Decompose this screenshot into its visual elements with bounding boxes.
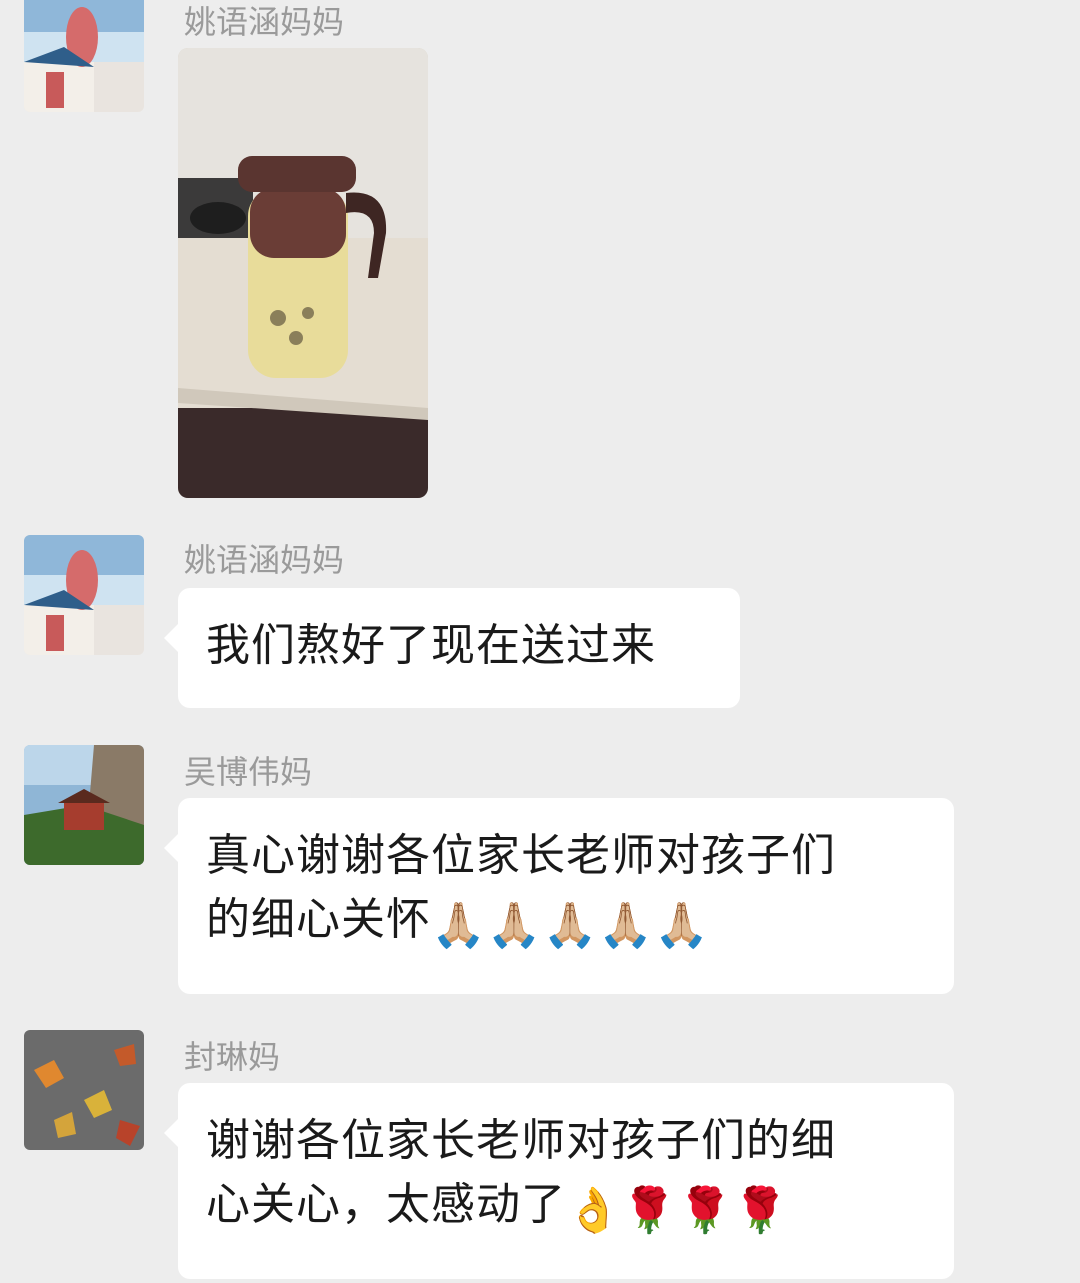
chat-message: 吴博伟妈 真心谢谢各位家长老师对孩子们 的细心关怀🙏🏼🙏🏼🙏🏼🙏🏼🙏🏼: [0, 740, 1080, 1010]
message-text: 我们熬好了现在送过来: [206, 620, 656, 671]
image-message[interactable]: [178, 48, 428, 498]
message-text-line: 谢谢各位家长老师对孩子们的细: [206, 1115, 836, 1166]
chat-message: 姚语涵妈妈 我们熬好了现在送过来: [0, 530, 1080, 720]
chat-message-list: 姚语涵妈妈 姚语涵妈妈 我们熬好了现在送过来 吴博伟妈 真心谢谢各位家长老师对孩…: [0, 0, 1080, 1283]
sender-name: 吴博伟妈: [184, 753, 313, 791]
avatar[interactable]: [24, 1030, 144, 1150]
message-text: 心关心，太感动了: [206, 1179, 566, 1230]
folded-hands-emoji-icon: 🙏🏼🙏🏼🙏🏼🙏🏼🙏🏼: [431, 900, 710, 951]
sender-name: 姚语涵妈妈: [184, 3, 345, 41]
avatar[interactable]: [24, 535, 144, 655]
chat-message: 姚语涵妈妈: [0, 0, 1080, 510]
chat-message: 封琳妈 谢谢各位家长老师对孩子们的细 心关心，太感动了👌🌹🌹🌹: [0, 1025, 1080, 1283]
message-text-line-2: 心关心，太感动了👌🌹🌹🌹: [206, 1173, 926, 1243]
sender-name: 封琳妈: [184, 1038, 281, 1076]
message-text: 的细心关怀: [206, 894, 431, 945]
message-text-line-2: 的细心关怀🙏🏼🙏🏼🙏🏼🙏🏼🙏🏼: [206, 888, 926, 958]
message-bubble[interactable]: 谢谢各位家长老师对孩子们的细 心关心，太感动了👌🌹🌹🌹: [164, 1083, 954, 1279]
message-text-line: 真心谢谢各位家长老师对孩子们: [206, 830, 836, 881]
ok-hand-rose-emoji-icon: 👌🌹🌹🌹: [566, 1185, 790, 1236]
avatar[interactable]: [24, 745, 144, 865]
avatar[interactable]: [24, 0, 144, 112]
message-bubble[interactable]: 真心谢谢各位家长老师对孩子们 的细心关怀🙏🏼🙏🏼🙏🏼🙏🏼🙏🏼: [164, 798, 954, 994]
message-bubble[interactable]: 我们熬好了现在送过来: [164, 588, 740, 708]
sender-name: 姚语涵妈妈: [184, 541, 345, 579]
